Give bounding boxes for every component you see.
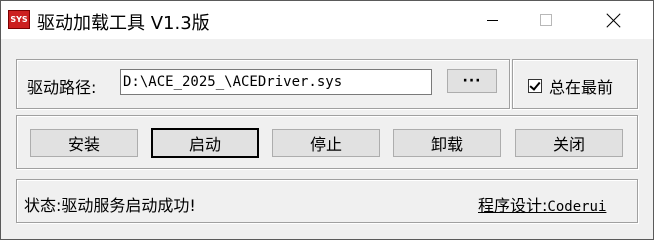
minimize-icon — [486, 19, 498, 21]
always-on-top-checkbox[interactable] — [528, 79, 542, 93]
close-icon — [607, 13, 621, 27]
status-text: 状态:驱动服务启动成功! — [24, 196, 196, 215]
always-on-top-label: 总在最前 — [549, 78, 614, 97]
app-window: SYS 驱动加载工具 V1.3版 驱动路径: ··· 总在最前 安装 启动 停止… — [0, 0, 654, 240]
maximize-button[interactable] — [523, 1, 569, 39]
browse-button[interactable]: ··· — [447, 69, 497, 93]
install-button[interactable]: 安装 — [30, 129, 138, 157]
close-window-button[interactable] — [591, 1, 637, 39]
minimize-button[interactable] — [469, 1, 515, 39]
close-button[interactable]: 关闭 — [515, 129, 623, 157]
credit-prefix: 程序设计: — [478, 196, 548, 215]
app-icon: SYS — [8, 10, 30, 29]
maximize-icon — [540, 14, 552, 26]
driver-path-input[interactable] — [120, 69, 432, 95]
always-on-top-option[interactable]: 总在最前 — [528, 74, 613, 98]
title-bar[interactable]: SYS 驱动加载工具 V1.3版 — [1, 1, 653, 39]
window-title: 驱动加载工具 V1.3版 — [37, 13, 210, 34]
credit-link[interactable]: 程序设计:Coderui — [478, 192, 606, 216]
driver-path-label: 驱动路径: — [27, 78, 97, 97]
uninstall-button[interactable]: 卸载 — [393, 129, 501, 157]
start-button[interactable]: 启动 — [151, 128, 259, 158]
credit-name: Coderui — [547, 199, 607, 215]
stop-button[interactable]: 停止 — [272, 129, 380, 157]
